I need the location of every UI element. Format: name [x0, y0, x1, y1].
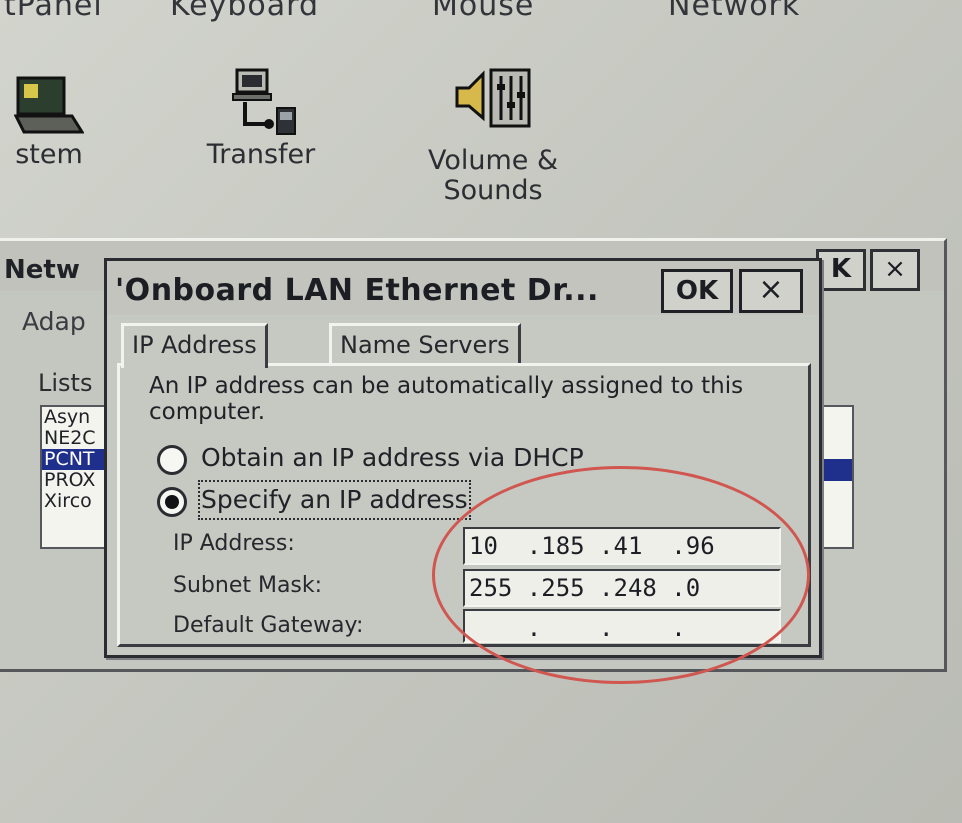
desktop-label-keyboard[interactable]: Keyboard: [170, 0, 319, 23]
dialog-title: 'Onboard LAN Ethernet Dr...: [115, 273, 599, 308]
desktop-icon-label: Volume & Sounds: [427, 145, 559, 206]
laptop-icon: [14, 76, 84, 134]
radio-dhcp-label[interactable]: Obtain an IP address via DHCP: [201, 441, 584, 475]
subnet-mask-label: Subnet Mask:: [173, 573, 323, 598]
radio-button-dhcp[interactable]: [157, 445, 187, 475]
lists-label: Lists: [38, 369, 93, 397]
default-gateway-label: Default Gateway:: [173, 613, 364, 638]
desktop-top-labels: tPanel Keyboard Mouse Network: [0, 0, 962, 28]
desktop-icon-volume[interactable]: Volume & Sounds: [408, 62, 578, 206]
network-ok-button[interactable]: K: [816, 249, 866, 291]
tab-ip-address[interactable]: IP Address: [121, 323, 268, 368]
desktop-label-network[interactable]: Network: [668, 0, 800, 23]
desktop-icon-label: Transfer: [206, 139, 316, 170]
tab-adapters[interactable]: Adap: [22, 307, 86, 336]
speaker-mixer-icon: [455, 68, 531, 128]
dialog-titlebar: 'Onboard LAN Ethernet Dr... OK ×: [107, 261, 819, 315]
close-button[interactable]: ×: [739, 269, 803, 313]
tab-name-servers[interactable]: Name Servers: [329, 323, 521, 364]
desktop-label-mouse[interactable]: Mouse: [432, 0, 534, 23]
desktop-label-panel[interactable]: tPanel: [4, 0, 103, 23]
red-annotation-circle: [432, 466, 810, 684]
radio-button-specify[interactable]: [157, 487, 187, 517]
dhcp-description: An IP address can be automatically assig…: [149, 373, 744, 425]
device-screen: tPanel Keyboard Mouse Network stem Trans…: [0, 0, 962, 823]
ip-address-label: IP Address:: [173, 531, 295, 556]
desktop-icon-transfer[interactable]: Transfer: [188, 68, 334, 170]
ok-button[interactable]: OK: [661, 269, 733, 313]
network-window-title: Netw: [4, 255, 80, 285]
radio-specify-label[interactable]: Specify an IP address: [198, 480, 471, 520]
network-close-button[interactable]: ×: [870, 249, 920, 291]
transfer-icon: [232, 68, 296, 135]
desktop-icon-system[interactable]: stem: [0, 72, 104, 170]
desktop-icon-label: stem: [15, 139, 83, 170]
